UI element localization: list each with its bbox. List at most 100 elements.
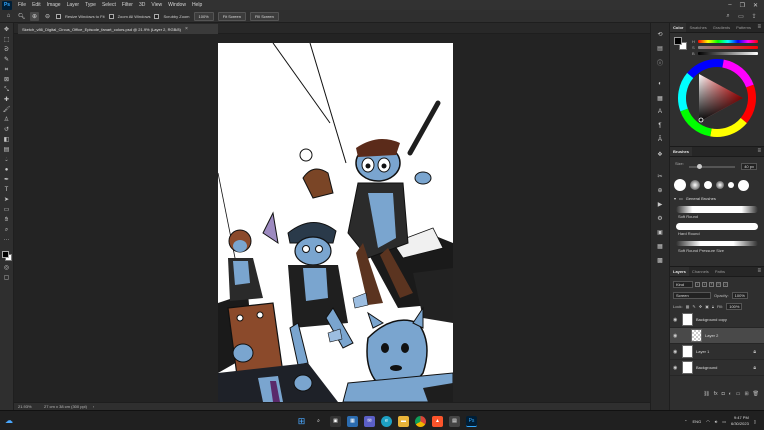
properties-icon[interactable]: ▤ bbox=[655, 43, 665, 53]
scrubby-zoom-checkbox[interactable] bbox=[154, 13, 160, 19]
close-tab-icon[interactable]: × bbox=[185, 26, 188, 32]
menu-edit[interactable]: Edit bbox=[29, 2, 44, 8]
tab-swatches[interactable]: Swatches bbox=[686, 23, 709, 32]
filter-shape-icon[interactable]: ▭ bbox=[716, 281, 721, 287]
menu-select[interactable]: Select bbox=[99, 2, 119, 8]
tab-patterns[interactable]: Patterns bbox=[733, 23, 754, 32]
brush-tool-icon[interactable]: 🖌︎ bbox=[2, 106, 12, 115]
document-tab[interactable]: Sketch_v86_Digital_Circus_Office_Episode… bbox=[18, 24, 218, 34]
gradient-tool-icon[interactable]: ▤ bbox=[2, 146, 12, 155]
quick-select-tool-icon[interactable]: ✎ bbox=[2, 56, 12, 65]
filter-pixel-icon[interactable]: ▪ bbox=[695, 281, 700, 287]
pen-tool-icon[interactable]: ✒ bbox=[2, 176, 12, 185]
visibility-eye-icon[interactable]: ◉ bbox=[673, 317, 679, 323]
layer-1[interactable]: ◉ Layer 1 🔒︎ bbox=[670, 344, 764, 360]
close-button[interactable]: ✕ bbox=[753, 2, 758, 9]
zoom-level[interactable]: 21.93% bbox=[18, 404, 38, 409]
crop-tool-icon[interactable]: ⌗ bbox=[2, 66, 12, 75]
fill-input[interactable]: 100% bbox=[726, 302, 743, 310]
tab-brushes[interactable]: Brushes bbox=[670, 147, 693, 156]
task-view-icon[interactable]: ▣ bbox=[330, 415, 341, 427]
panel-menu-icon[interactable]: ≡ bbox=[757, 24, 761, 30]
tab-color[interactable]: Color bbox=[670, 23, 687, 32]
swatches-icon[interactable]: ▦ bbox=[655, 241, 665, 251]
styles-icon[interactable]: ❖ bbox=[655, 149, 665, 159]
wifi-icon[interactable]: ◠ bbox=[706, 419, 710, 424]
visibility-eye-icon[interactable]: ◉ bbox=[673, 333, 679, 339]
widgets-weather-icon[interactable]: ☁ bbox=[4, 415, 14, 425]
eraser-tool-icon[interactable]: ◧ bbox=[2, 136, 12, 145]
eyedropper-tool-icon[interactable]: ⤡ bbox=[2, 86, 12, 95]
tab-paths[interactable]: Paths bbox=[712, 267, 728, 276]
kind-select[interactable]: Kind bbox=[673, 280, 693, 288]
photoshop-taskbar-icon[interactable]: Ps bbox=[466, 415, 477, 427]
lock-all-icon[interactable]: 🔒︎ bbox=[712, 304, 714, 309]
edge-icon[interactable]: e bbox=[381, 415, 392, 427]
maximize-button[interactable]: ❐ bbox=[740, 2, 745, 9]
new-layer-icon[interactable]: ⊞ bbox=[744, 391, 748, 397]
resize-windows-checkbox[interactable] bbox=[56, 13, 61, 19]
zoom-out-icon[interactable]: ⊖ bbox=[43, 12, 52, 21]
marquee-tool-icon[interactable]: ⬚ bbox=[2, 36, 12, 45]
layer-background[interactable]: ◉ Background 🔒︎ bbox=[670, 360, 764, 376]
preset-selected[interactable] bbox=[738, 179, 749, 191]
lock-pixels-icon[interactable]: ✎ bbox=[692, 304, 695, 309]
chat-icon[interactable]: ✉ bbox=[364, 415, 375, 427]
saturation-slider[interactable]: S bbox=[692, 45, 758, 50]
preset-soft[interactable] bbox=[690, 180, 700, 190]
layer-2[interactable]: ◉ Layer 2 bbox=[670, 328, 764, 344]
minimize-button[interactable]: – bbox=[728, 2, 731, 8]
tab-gradients[interactable]: Gradients bbox=[710, 23, 733, 32]
zoom-all-windows-checkbox[interactable] bbox=[108, 13, 114, 19]
tab-layers[interactable]: Layers bbox=[670, 267, 689, 276]
fill-screen-button[interactable]: Fill Screen bbox=[249, 11, 279, 21]
add-mask-icon[interactable]: ◘ bbox=[722, 391, 725, 397]
language-indicator[interactable]: ENG bbox=[693, 419, 702, 424]
fit-screen-button[interactable]: Fit Screen bbox=[217, 11, 246, 21]
fg-color-swatch[interactable] bbox=[674, 37, 682, 45]
screen-mode-icon[interactable]: ▢ bbox=[2, 274, 12, 283]
preset-hard-large[interactable] bbox=[674, 179, 686, 191]
brush-settings-icon[interactable]: ✂ bbox=[655, 171, 665, 181]
new-group-icon[interactable]: ▭ bbox=[736, 391, 741, 397]
frame-tool-icon[interactable]: ⊠ bbox=[2, 76, 12, 85]
clone-stamp-icon[interactable]: ♙ bbox=[2, 116, 12, 125]
hand-tool-icon[interactable]: ✋︎ bbox=[2, 216, 12, 225]
delete-layer-icon[interactable]: 🗑︎ bbox=[753, 391, 759, 397]
share-icon[interactable]: ⇪ bbox=[750, 12, 758, 20]
clock[interactable]: 9:47 PM 6/30/2023 bbox=[731, 415, 749, 427]
patterns-icon[interactable]: ▩ bbox=[655, 255, 665, 265]
windows-start-icon[interactable]: ⊞ bbox=[296, 416, 307, 427]
menu-window[interactable]: Window bbox=[165, 2, 189, 8]
blend-mode-select[interactable]: Screen bbox=[673, 291, 711, 299]
path-select-icon[interactable]: ➤ bbox=[2, 196, 12, 205]
widgets-icon[interactable]: ▦ bbox=[347, 415, 358, 427]
history-brush-icon[interactable]: ↺ bbox=[2, 126, 12, 135]
color-wheel[interactable] bbox=[677, 58, 757, 138]
clone-source-icon[interactable]: ⊕ bbox=[655, 185, 665, 195]
healing-brush-icon[interactable]: ✚ bbox=[2, 96, 12, 105]
canvas-area[interactable] bbox=[14, 34, 650, 402]
history-icon[interactable]: ⟲ bbox=[655, 29, 665, 39]
brave-icon[interactable]: ▲ bbox=[432, 415, 443, 427]
opacity-input[interactable]: 100% bbox=[731, 291, 748, 299]
color-panel-swatches[interactable] bbox=[674, 37, 688, 51]
lock-transparent-icon[interactable]: ▦ bbox=[686, 304, 690, 309]
lock-position-icon[interactable]: ✥ bbox=[699, 304, 702, 309]
visibility-eye-icon[interactable]: ◉ bbox=[673, 349, 679, 355]
layers-menu-icon[interactable]: ≡ bbox=[757, 268, 761, 274]
lasso-tool-icon[interactable]: ᘐ bbox=[2, 46, 12, 55]
layer-background-copy[interactable]: ◉ Background copy bbox=[670, 312, 764, 328]
menu-filter[interactable]: Filter bbox=[119, 2, 136, 8]
paragraph-icon[interactable]: ¶ bbox=[655, 121, 665, 131]
zoom-tool-icon[interactable]: 🔍︎ bbox=[17, 12, 26, 21]
brush-group-general[interactable]: ▾ ▭ General Brushes bbox=[674, 196, 760, 201]
menu-view[interactable]: View bbox=[148, 2, 165, 8]
visibility-eye-icon[interactable]: ◉ bbox=[673, 365, 679, 371]
brightness-slider[interactable]: B bbox=[692, 51, 758, 56]
type-tool-icon[interactable]: T bbox=[2, 186, 12, 195]
chevron-up-icon[interactable]: ⌃ bbox=[684, 419, 687, 424]
dodge-tool-icon[interactable]: ● bbox=[2, 166, 12, 175]
home-icon[interactable]: ⌂ bbox=[4, 12, 13, 21]
glyphs-icon[interactable]: Ã bbox=[655, 135, 665, 145]
